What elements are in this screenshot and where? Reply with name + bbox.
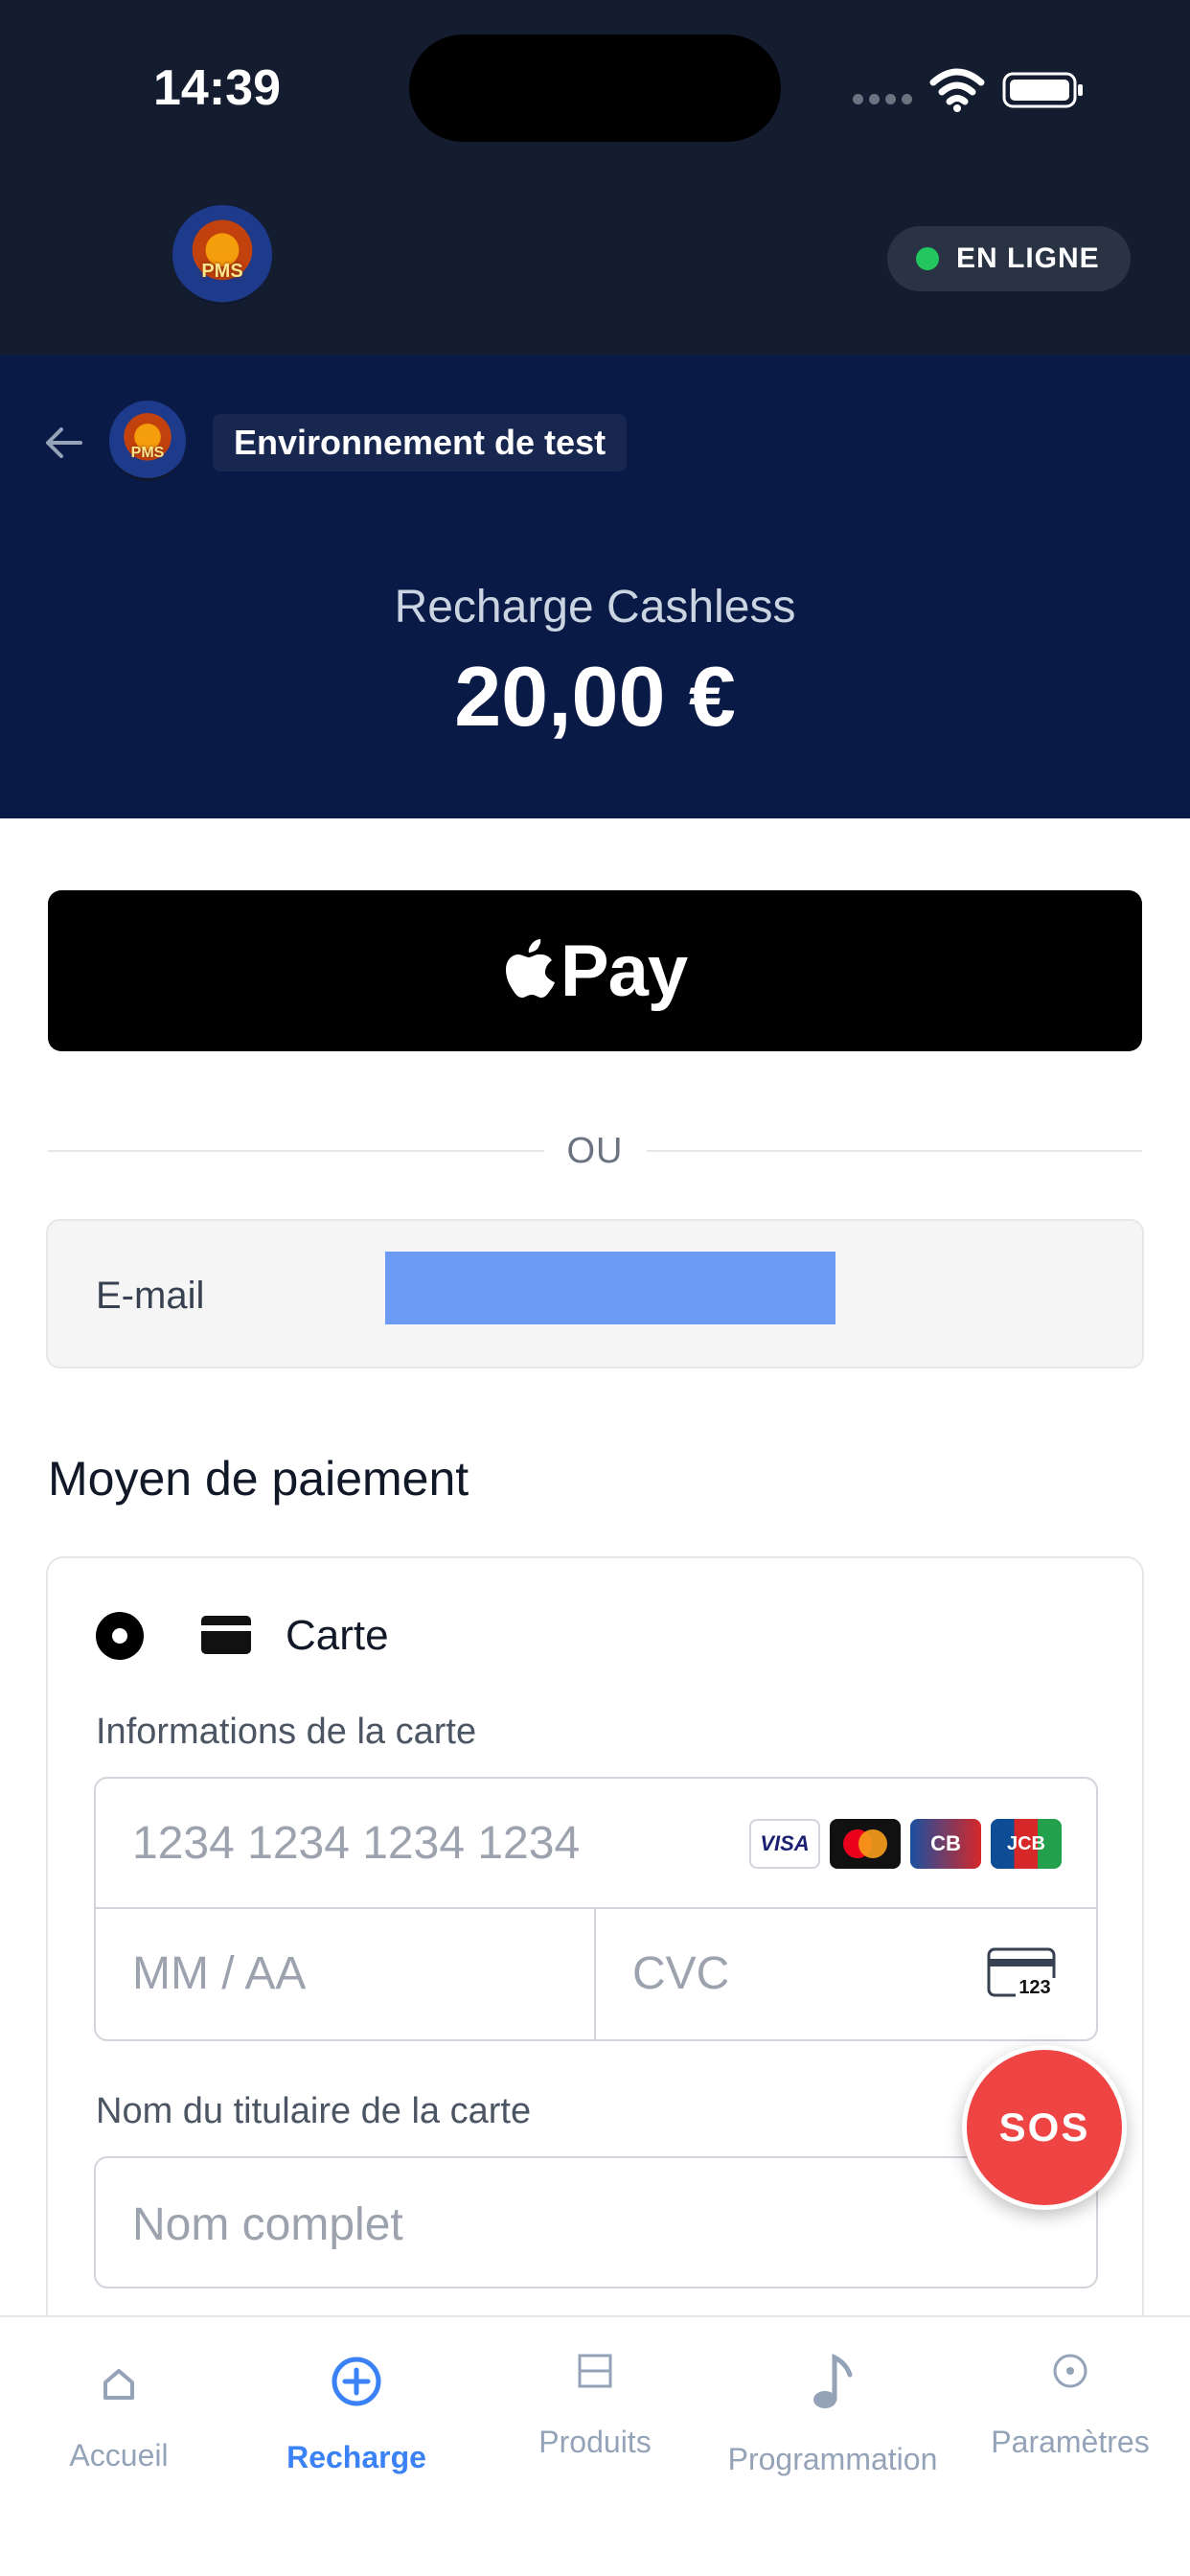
music-note-icon <box>813 2354 853 2408</box>
email-field[interactable]: E-mail <box>46 1219 1144 1368</box>
email-value-redacted[interactable] <box>385 1252 835 1324</box>
festival-logo-small: PMS <box>109 401 186 481</box>
tab-label-programmation: Programmation <box>727 2442 938 2476</box>
plus-circle-icon <box>332 2357 381 2406</box>
card-info-label: Informations de la carte <box>96 1712 477 1752</box>
mastercard-icon <box>830 1819 901 1869</box>
recharge-amount: 20,00 € <box>454 649 736 744</box>
expiry-input[interactable]: MM / AA <box>96 1909 596 2039</box>
credit-card-icon <box>201 1616 251 1654</box>
cvc-placeholder: CVC <box>632 1948 730 1999</box>
tab-label-produits: Produits <box>538 2425 652 2459</box>
dynamic-island <box>409 34 781 142</box>
battery-icon <box>1002 72 1083 108</box>
cvc-card-icon: 123 <box>987 1947 1056 1998</box>
status-time: 14:39 <box>153 60 281 116</box>
apple-pay-button[interactable]: Pay <box>48 890 1142 1051</box>
online-status-label: EN LIGNE <box>956 242 1100 274</box>
card-radio-button[interactable] <box>96 1612 144 1660</box>
card-method-label: Carte <box>286 1612 389 1659</box>
tab-label-parametres: Paramètres <box>991 2425 1150 2459</box>
visa-icon: VISA <box>749 1819 820 1869</box>
logo-text: PMS <box>201 261 243 282</box>
apple-pay-label: Pay <box>560 930 688 1012</box>
cb-icon: CB <box>910 1819 981 1869</box>
cvc-icon-text: 123 <box>1018 1977 1050 1998</box>
cvc-input[interactable]: CVC 123 <box>596 1909 1096 2039</box>
recharge-hero: PMS Environnement de test Recharge Cashl… <box>0 355 1190 818</box>
cardholder-label: Nom du titulaire de la carte <box>96 2091 532 2131</box>
tab-label-accueil: Accueil <box>69 2438 169 2472</box>
tab-label-recharge: Recharge <box>286 2440 426 2474</box>
divider-line-left <box>48 1150 544 1152</box>
jcb-icon: JCB <box>991 1819 1062 1869</box>
card-number-input[interactable]: 1234 1234 1234 1234 VISA CB JCB <box>96 1779 1096 1909</box>
payment-method-title: Moyen de paiement <box>48 1452 469 1506</box>
apple-icon <box>505 939 555 998</box>
email-label: E-mail <box>96 1275 205 1317</box>
card-details-fields: 1234 1234 1234 1234 VISA CB JCB MM / AA … <box>94 1777 1098 2041</box>
card-brands: VISA CB JCB <box>749 1819 1062 1869</box>
cardholder-name-input[interactable]: Nom complet <box>94 2156 1098 2288</box>
expiry-placeholder: MM / AA <box>132 1948 307 1999</box>
wifi-icon <box>929 68 985 112</box>
environment-badge: Environnement de test <box>213 414 628 472</box>
card-number-placeholder: 1234 1234 1234 1234 <box>132 1818 581 1869</box>
tab-recharge[interactable]: Recharge <box>238 2317 475 2547</box>
online-status-badge: EN LIGNE <box>887 226 1131 291</box>
sos-button[interactable]: SOS <box>962 2045 1127 2210</box>
settings-icon <box>1053 2354 1087 2388</box>
online-dot-icon <box>916 247 939 270</box>
logo-small-text: PMS <box>130 445 165 461</box>
bottom-tab-bar: Accueil Recharge Produits Programmation <box>0 2315 1190 2576</box>
festival-logo: PMS <box>172 205 272 305</box>
tab-programmation[interactable]: Programmation <box>714 2317 951 2547</box>
tab-accueil[interactable]: Accueil <box>0 2317 238 2547</box>
or-label: OU <box>566 1130 624 1171</box>
home-icon <box>103 2369 134 2400</box>
cellular-signal-icon <box>853 94 912 105</box>
cardholder-placeholder: Nom complet <box>132 2199 403 2250</box>
box-icon <box>578 2354 612 2388</box>
divider-line-right <box>646 1150 1142 1152</box>
or-divider: OU <box>48 1127 1142 1175</box>
tab-produits[interactable]: Produits <box>476 2317 714 2547</box>
app-header: 14:39 PMS EN LIGNE <box>0 0 1190 355</box>
tab-parametres[interactable]: Paramètres <box>951 2317 1189 2547</box>
back-arrow-icon[interactable] <box>42 422 84 464</box>
recharge-subtitle: Recharge Cashless <box>394 582 796 632</box>
